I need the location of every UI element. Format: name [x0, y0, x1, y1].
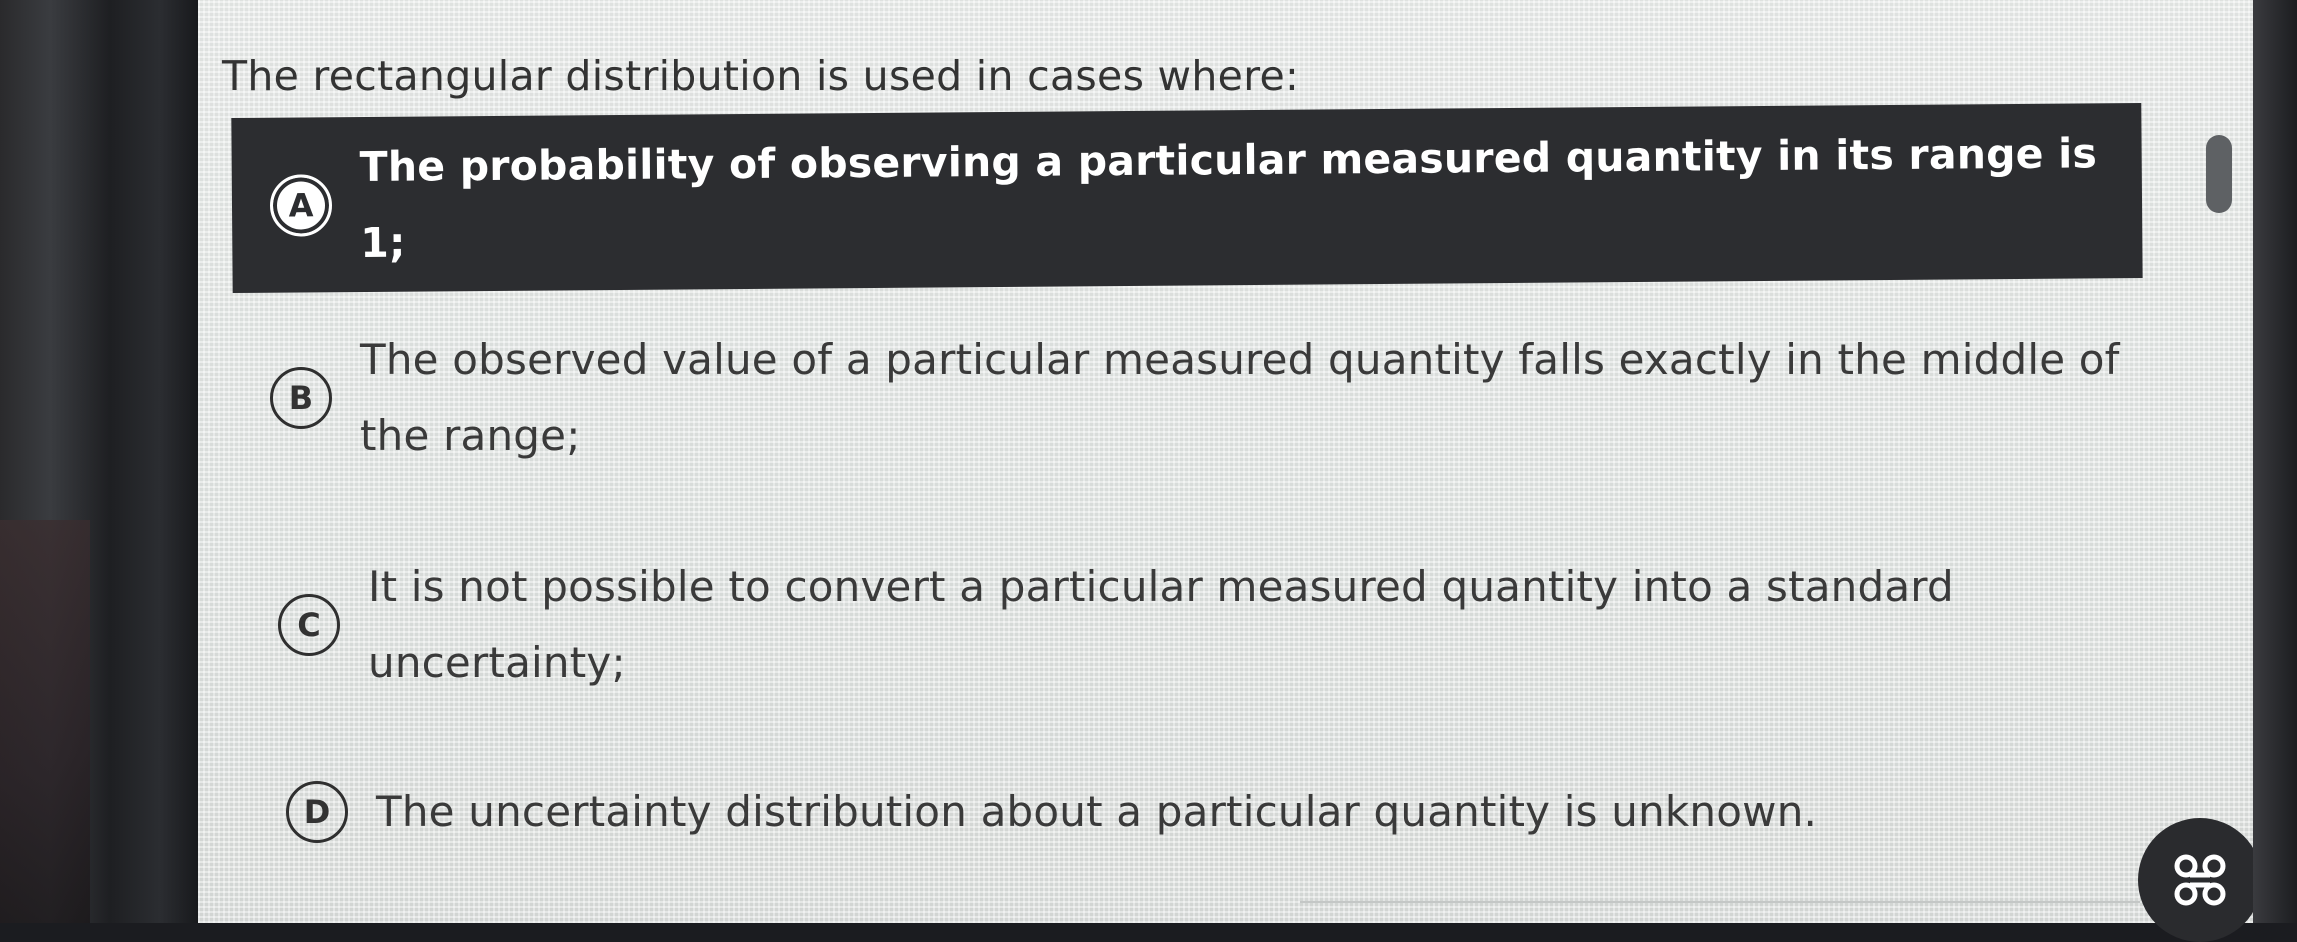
option-text: The uncertainty distribution about a par… — [376, 787, 1818, 836]
option-letter-badge: C — [278, 594, 340, 656]
scrollbar-thumb[interactable] — [2206, 135, 2232, 213]
device-bezel-left — [0, 0, 200, 923]
option-text: The observed value of a particular measu… — [360, 335, 2120, 460]
option-a[interactable]: A The probability of observing a particu… — [231, 103, 2143, 293]
option-letter-badge: B — [270, 367, 332, 429]
option-text: The probability of observing a particula… — [359, 128, 2098, 267]
command-menu-button[interactable] — [2138, 818, 2262, 942]
option-text: It is not possible to convert a particul… — [368, 562, 1954, 687]
option-c[interactable]: C It is not possible to convert a partic… — [232, 545, 2142, 705]
question-text: The rectangular distribution is used in … — [222, 52, 1300, 100]
option-letter-badge: D — [286, 781, 348, 843]
divider — [1300, 901, 2140, 903]
option-b[interactable]: B The observed value of a particular mea… — [232, 318, 2142, 478]
option-letter-badge: A — [269, 173, 333, 237]
option-d[interactable]: D The uncertainty distribution about a p… — [232, 770, 2142, 854]
device-bezel-right — [2253, 0, 2297, 923]
command-icon — [2174, 854, 2226, 906]
